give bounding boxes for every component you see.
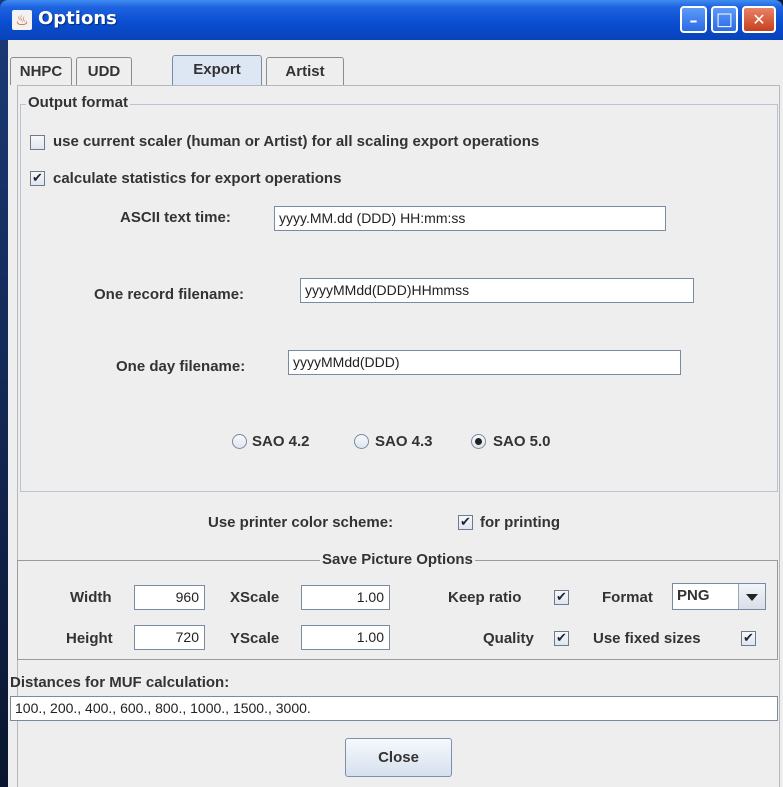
tab-udd[interactable]: UDD	[76, 57, 132, 85]
printer-color-scheme-label: Use printer color scheme:	[208, 514, 394, 531]
ascii-time-field[interactable]: yyyy.MM.dd (DDD) HH:mm:ss	[274, 206, 666, 231]
sao-4-2-label: SAO 4.2	[252, 433, 310, 450]
one-day-filename-label: One day filename:	[116, 358, 246, 375]
calc-statistics-checkbox[interactable]: ✔	[30, 171, 45, 186]
window-title: Options	[38, 8, 117, 29]
width-label: Width	[70, 589, 112, 606]
sao-4-3-label: SAO 4.3	[375, 433, 433, 450]
quality-checkbox[interactable]: ✔	[554, 631, 569, 646]
height-field[interactable]: 720	[134, 625, 205, 650]
format-combo[interactable]: PNG	[672, 583, 766, 610]
yscale-field[interactable]: 1.00	[301, 625, 390, 650]
save-picture-legend: Save Picture Options	[320, 551, 475, 568]
minimize-button[interactable]: –	[680, 6, 707, 33]
sao-5-0-radio[interactable]	[471, 434, 486, 449]
height-label: Height	[66, 630, 113, 647]
maximize-button[interactable]: □	[711, 6, 738, 33]
tab-nhpc[interactable]: NHPC	[10, 57, 72, 85]
chevron-down-icon[interactable]	[738, 584, 765, 609]
format-label: Format	[602, 589, 653, 606]
sao-5-0-label: SAO 5.0	[493, 433, 551, 450]
sao-4-2-radio[interactable]	[232, 434, 247, 449]
calc-statistics-label: calculate statistics for export operatio…	[53, 170, 342, 187]
use-current-scaler-checkbox[interactable]	[30, 135, 45, 150]
close-window-button[interactable]: ✕	[742, 6, 776, 33]
yscale-label: YScale	[230, 630, 280, 647]
use-current-scaler-label: use current scaler (human or Artist) for…	[53, 133, 540, 150]
quality-label: Quality	[483, 630, 534, 647]
java-app-icon: ♨	[12, 10, 32, 30]
tab-export[interactable]: Export	[172, 55, 262, 86]
one-record-filename-label: One record filename:	[94, 286, 245, 303]
one-record-filename-field[interactable]: yyyyMMdd(DDD)HHmmss	[300, 278, 694, 303]
ascii-time-label: ASCII text time:	[120, 209, 231, 226]
use-fixed-sizes-label: Use fixed sizes	[593, 630, 701, 647]
title-bar[interactable]: ♨ Options – □ ✕	[0, 0, 783, 40]
for-printing-label: for printing	[480, 514, 560, 531]
width-field[interactable]: 960	[134, 585, 205, 610]
dialog-content: NHPC UDD Export Artist Output format use…	[8, 40, 783, 787]
keep-ratio-checkbox[interactable]: ✔	[554, 590, 569, 605]
output-format-legend: Output format	[26, 94, 130, 111]
use-fixed-sizes-checkbox[interactable]: ✔	[741, 631, 756, 646]
close-button[interactable]: Close	[345, 738, 452, 777]
options-dialog: ♨ Options – □ ✕ NHPC UDD Export Artist O…	[0, 0, 783, 787]
keep-ratio-label: Keep ratio	[448, 589, 522, 606]
printer-color-scheme-checkbox[interactable]: ✔	[458, 515, 473, 530]
one-day-filename-field[interactable]: yyyyMMdd(DDD)	[288, 350, 681, 375]
muf-distances-label: Distances for MUF calculation:	[10, 674, 230, 691]
sao-4-3-radio[interactable]	[354, 434, 369, 449]
xscale-field[interactable]: 1.00	[301, 585, 390, 610]
format-value: PNG	[677, 587, 710, 604]
xscale-label: XScale	[230, 589, 280, 606]
muf-distances-field[interactable]: 100., 200., 400., 600., 800., 1000., 150…	[10, 696, 778, 721]
tab-artist[interactable]: Artist	[266, 57, 344, 85]
